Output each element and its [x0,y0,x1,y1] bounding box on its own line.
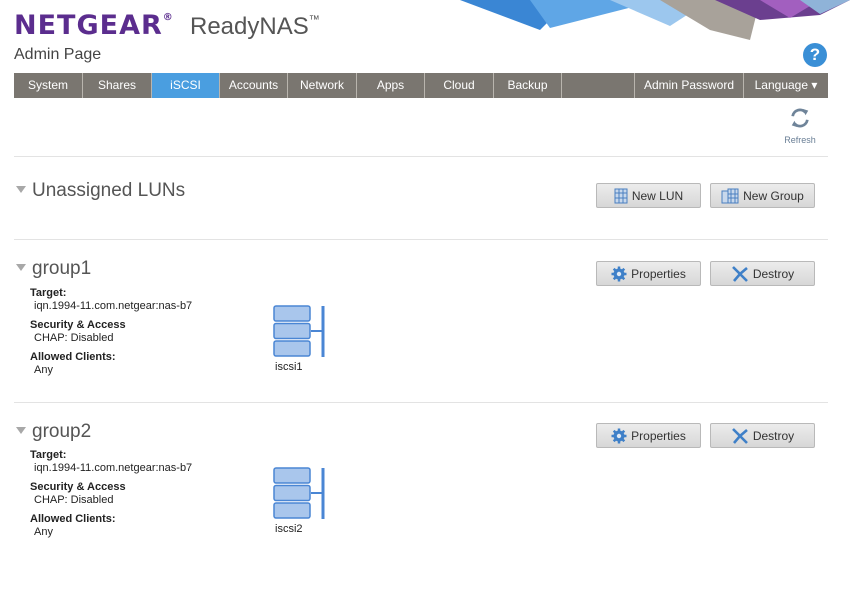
product-trademark: ™ [308,14,320,26]
lun-stack-icon[interactable] [270,305,330,359]
collapse-caret-icon[interactable] [16,264,26,271]
destroy-button[interactable]: Destroy [710,423,815,448]
new-lun-button[interactable]: New LUN [596,183,701,208]
target-value: iqn.1994-11.com.netgear:nas-b7 [34,462,193,474]
tab-spacer [562,73,635,98]
tab-cloud[interactable]: Cloud [425,73,494,98]
tab-language[interactable]: Language ▾ [744,73,828,98]
decorative-banner [460,0,850,40]
new-lun-label: New LUN [631,188,684,203]
group-name: group2 [32,421,92,442]
lun-stack-icon[interactable] [270,467,330,521]
brand-registered-mark: ® [162,12,174,23]
refresh-label: Refresh [784,135,816,145]
new-group-label: New Group [743,188,804,203]
properties-button[interactable]: Properties [596,261,701,286]
lun-icon [614,188,628,203]
tab-system[interactable]: System [14,73,83,98]
clients-value: Any [34,364,53,376]
clients-label: Allowed Clients: [30,351,116,363]
tab-admin-password[interactable]: Admin Password [635,73,744,98]
security-label: Security & Access [30,319,126,331]
help-button[interactable]: ? [803,43,827,67]
tab-iscsi[interactable]: iSCSI [152,73,220,98]
clients-value: Any [34,526,53,538]
clients-label: Allowed Clients: [30,513,116,525]
group-section-title: group1 [16,258,91,280]
refresh-icon [791,108,809,128]
destroy-label: Destroy [752,266,795,281]
tab-network[interactable]: Network [288,73,357,98]
app-header: NETGEAR® ReadyNAS™ Admin Page ? [0,0,850,72]
group-icon [721,188,739,203]
brand-name: NETGEAR [14,10,163,41]
netgear-logo: NETGEAR® [14,10,174,41]
destroy-x-icon [731,265,748,282]
security-value: CHAP: Disabled [34,332,114,344]
collapse-caret-icon[interactable] [16,186,26,193]
page-title: Admin Page [14,46,102,63]
target-value: iqn.1994-11.com.netgear:nas-b7 [34,300,193,312]
gear-icon [611,428,627,443]
target-label: Target: [30,449,67,461]
new-group-button[interactable]: New Group [710,183,815,208]
lun-name[interactable]: iscsi1 [275,361,303,373]
target-label: Target: [30,287,67,299]
destroy-label: Destroy [752,428,795,443]
group-details: Target: iqn.1994-11.com.netgear:nas-b7 S… [30,449,192,545]
divider [14,402,828,403]
tab-accounts[interactable]: Accounts [220,73,288,98]
collapse-caret-icon[interactable] [16,427,26,434]
divider [14,156,828,157]
product-name: ReadyNAS™ [190,13,320,41]
properties-button[interactable]: Properties [596,423,701,448]
refresh-button[interactable]: Refresh [778,107,822,145]
product-label: ReadyNAS [190,13,309,40]
unassigned-luns-section: Unassigned LUNs [16,180,185,202]
properties-label: Properties [631,428,686,443]
group-section-title: group2 [16,421,91,443]
group-name: group1 [32,258,92,279]
section-title: Unassigned LUNs [32,180,186,201]
tab-backup[interactable]: Backup [494,73,562,98]
main-nav: System Shares iSCSI Accounts Network App… [14,73,828,98]
gear-icon [611,266,627,281]
tab-apps[interactable]: Apps [357,73,425,98]
lun-name[interactable]: iscsi2 [275,523,303,535]
divider [14,239,828,240]
properties-label: Properties [631,266,686,281]
security-value: CHAP: Disabled [34,494,114,506]
security-label: Security & Access [30,481,126,493]
tab-shares[interactable]: Shares [83,73,152,98]
group-details: Target: iqn.1994-11.com.netgear:nas-b7 S… [30,287,192,383]
destroy-button[interactable]: Destroy [710,261,815,286]
destroy-x-icon [731,427,748,444]
